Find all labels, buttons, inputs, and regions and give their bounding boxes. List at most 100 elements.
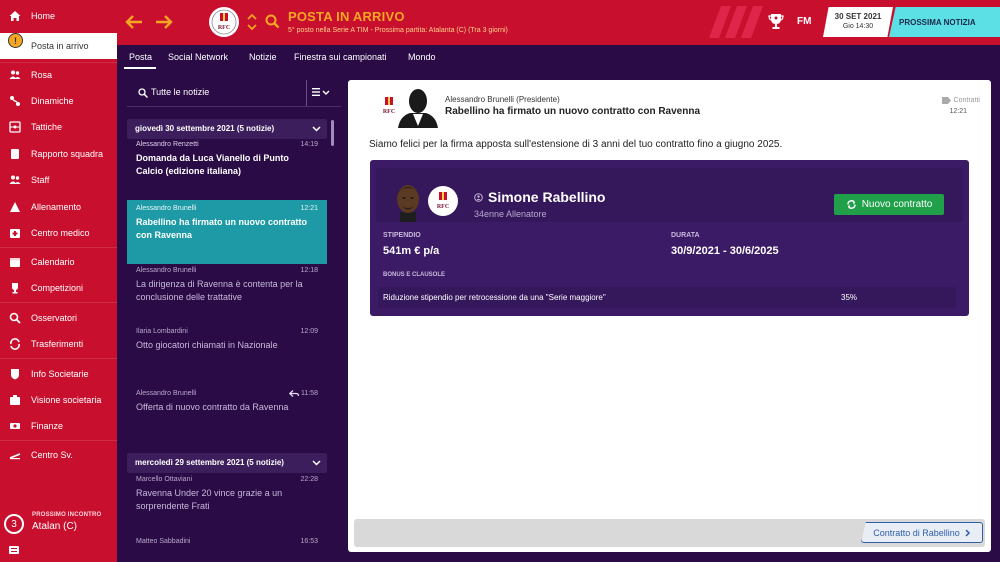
sidebar-item-scouting[interactable]: Osservatori <box>0 305 117 331</box>
filter-divider <box>306 80 307 106</box>
sidebar-item-squad[interactable]: Rosa <box>0 62 117 88</box>
list-item[interactable]: Alessandro Brunelli 12:18 La dirigenza d… <box>127 262 327 320</box>
decorative-stripes <box>709 6 763 38</box>
message-filter[interactable]: Tutte le notizie <box>127 78 341 107</box>
next-match-counter: 3 <box>4 514 24 534</box>
message-body: Siamo felici per la firma apposta sull'e… <box>369 139 783 150</box>
message-subject: Ravenna Under 20 vince grazie a un sorpr… <box>136 488 283 511</box>
sidebar-item-label: Calendario <box>31 257 75 267</box>
staff-icon <box>8 173 22 187</box>
sidebar: Home Posta in arrivo ! Rosa Dinamiche Ta… <box>0 0 117 562</box>
contract-card: RFC Simone Rabellino 34enne Allenatore N… <box>370 160 969 316</box>
message-subject: Offerta di nuovo contratto da Ravenna <box>136 402 289 412</box>
list-item-selected[interactable]: Alessandro Brunelli 12:21 Rabellino ha f… <box>127 200 327 264</box>
person-name[interactable]: Simone Rabellino <box>488 189 605 205</box>
message-time: 14:19 <box>300 141 318 148</box>
sort-menu-icon[interactable] <box>312 86 330 98</box>
next-match-widget[interactable]: 3 PROSSIMO INCONTRO Atalan (C) <box>4 510 114 536</box>
tab-posta[interactable]: Posta <box>129 52 152 62</box>
message-footer: Contratto di Rabellino <box>354 519 985 547</box>
sidebar-item-medical[interactable]: Centro medico <box>0 220 117 246</box>
clause-row: Riduzione stipendio per retrocessione da… <box>378 287 956 308</box>
contract-card-header: RFC Simone Rabellino 34enne Allenatore N… <box>376 168 963 222</box>
search-icon[interactable] <box>264 13 280 29</box>
list-scrollbar[interactable] <box>331 120 334 146</box>
sidebar-item-tactics[interactable]: Tattiche <box>0 114 117 140</box>
message-sender-line[interactable]: Alessandro Brunelli (Presidente) <box>445 95 560 104</box>
message-list-panel: Tutte le notizie giovedì 30 settembre 20… <box>117 70 344 562</box>
day-group-header[interactable]: mercoledì 29 settembre 2021 (5 notizie) <box>127 453 327 473</box>
clause-description: Riduzione stipendio per retrocessione da… <box>383 293 606 302</box>
sidebar-item-team-report[interactable]: Rapporto squadra <box>0 141 117 167</box>
development-icon <box>8 448 22 462</box>
sidebar-item-finances[interactable]: Finanze <box>0 413 117 439</box>
person-icon <box>474 193 483 202</box>
message-subject: Domanda da Luca Vianello di Punto Calcio… <box>136 153 289 176</box>
list-item[interactable]: Alessandro Brunelli 11:58 Offerta di nuo… <box>127 385 327 443</box>
sidebar-item-transfers[interactable]: Trasferimenti <box>0 331 117 357</box>
tab-social-network[interactable]: Social Network <box>168 52 228 62</box>
sidebar-divider <box>0 302 117 303</box>
club-crest[interactable]: RFC <box>209 7 239 37</box>
sidebar-item-competitions[interactable]: Competizioni <box>0 275 117 301</box>
message-sender: Marcello Ottaviani <box>136 476 193 483</box>
message-time: 12:21 <box>300 205 318 212</box>
message-time: 16:53 <box>300 538 318 545</box>
sidebar-item-calendar[interactable]: Calendario <box>0 249 117 275</box>
sidebar-item-home[interactable]: Home <box>0 3 117 29</box>
tab-notizie[interactable]: Notizie <box>249 52 277 62</box>
tactics-icon <box>8 120 22 134</box>
trophy-icon[interactable] <box>768 13 784 31</box>
sidebar-item-training[interactable]: Allenamento <box>0 194 117 220</box>
dynamics-icon <box>8 94 22 108</box>
list-item[interactable]: Marcello Ottaviani 22:28 Ravenna Under 2… <box>127 471 327 529</box>
message-subject-title: Rabellino ha firmato un nuovo contratto … <box>445 106 701 117</box>
forward-button[interactable] <box>154 12 174 32</box>
duration-label: DURATA <box>671 232 700 239</box>
svg-text:RFC: RFC <box>383 109 395 115</box>
list-item[interactable]: Matteo Sabbadini 16:53 <box>127 533 327 562</box>
sidebar-item-development[interactable]: Centro Sv. <box>0 442 117 468</box>
sidebar-item-club-info[interactable]: Info Societarie <box>0 361 117 387</box>
club-crest[interactable]: RFC <box>428 186 458 216</box>
sidebar-item-club-vision[interactable]: Visione societaria <box>0 387 117 413</box>
page-title: POSTA IN ARRIVO <box>288 9 405 24</box>
message-time: 12:18 <box>300 267 318 274</box>
trophy-icon <box>8 281 22 295</box>
message-subject: Rabellino ha firmato un nuovo contratto … <box>136 217 307 240</box>
list-item[interactable]: Alessandro Renzetti 14:19 Domanda da Luc… <box>127 136 327 196</box>
day-group-label: giovedì 30 settembre 2021 (5 notizie) <box>135 124 275 133</box>
tab-mondo[interactable]: Mondo <box>408 52 436 62</box>
keyboard-icon[interactable] <box>9 546 19 554</box>
message-category-tag[interactable]: Contratti <box>941 97 980 104</box>
new-contract-label: Nuovo contratto <box>861 199 933 210</box>
fm-logo[interactable]: FM <box>797 16 811 27</box>
sidebar-item-dynamics[interactable]: Dinamiche <box>0 88 117 114</box>
view-contract-label: Contratto di Rabellino <box>873 527 960 538</box>
sidebar-item-label: Posta in arrivo <box>31 41 89 51</box>
continue-button[interactable]: PROSSIMA NOTIZIA <box>889 7 1000 37</box>
sidebar-item-label: Home <box>31 11 56 21</box>
game-date[interactable]: 30 SET 2021 Gio 14:30 <box>823 7 893 37</box>
reply-icon <box>289 390 299 397</box>
transfers-icon <box>8 337 22 351</box>
training-icon <box>8 200 22 214</box>
sidebar-item-label: Trasferimenti <box>31 339 84 349</box>
message-subject: Otto giocatori chiamati in Nazionale <box>136 340 278 350</box>
new-contract-button[interactable]: Nuovo contratto <box>834 194 944 215</box>
page-subtitle: 5° posto nella Serie A TIM - Prossima pa… <box>288 27 508 34</box>
medical-icon <box>8 226 22 240</box>
avatar[interactable] <box>398 86 438 128</box>
club-switch-icon[interactable] <box>247 12 257 32</box>
list-item[interactable]: Ilaria Lombardini 12:09 Otto giocatori c… <box>127 323 327 381</box>
message-sender: Alessandro Brunelli <box>136 390 197 397</box>
sidebar-item-staff[interactable]: Staff <box>0 167 117 193</box>
salary-label: STIPENDIO <box>383 232 421 239</box>
back-button[interactable] <box>124 12 144 32</box>
sidebar-item-label: Rosa <box>31 70 53 80</box>
person-face-image[interactable] <box>392 182 424 222</box>
inbox-alert-badge: ! <box>8 33 23 48</box>
person-role: 34enne Allenatore <box>474 209 547 219</box>
tab-finestra-campionati[interactable]: Finestra sui campionati <box>294 52 387 62</box>
view-contract-button[interactable]: Contratto di Rabellino <box>861 522 983 543</box>
